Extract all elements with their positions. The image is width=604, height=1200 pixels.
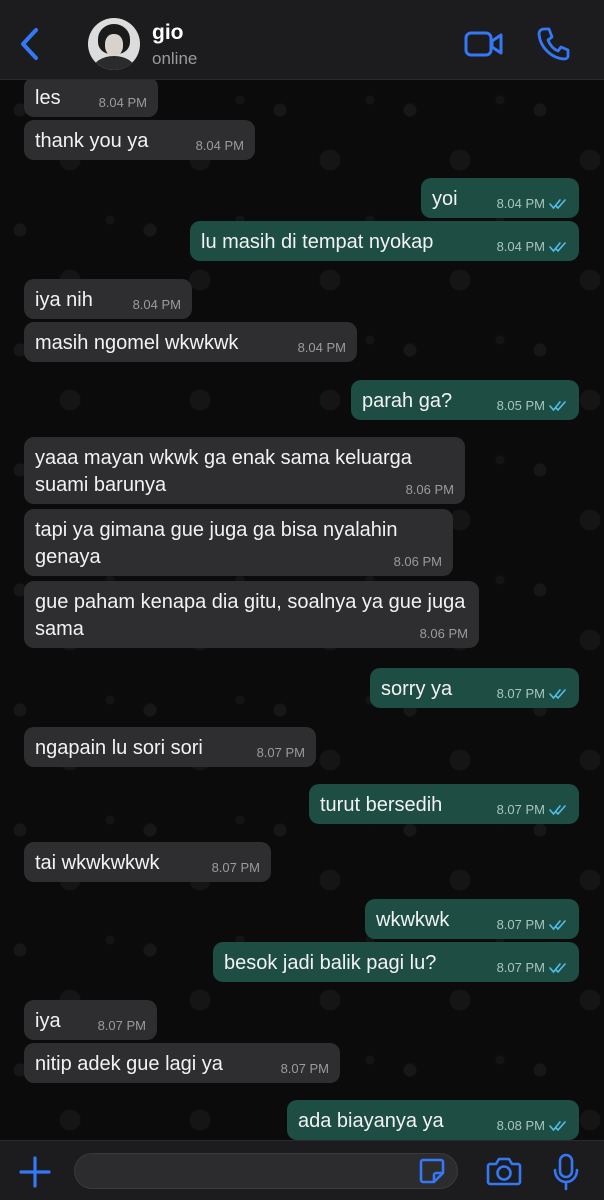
- read-receipt-icon: [549, 1121, 566, 1132]
- message-time: 8.04 PM: [132, 297, 181, 312]
- message-time: 8.07 PM: [496, 686, 545, 701]
- read-receipt-icon: [549, 689, 566, 700]
- outgoing-message[interactable]: parah ga? 8.05 PM: [351, 380, 579, 420]
- message-text: parah ga?: [362, 390, 453, 412]
- message-text: yoi: [432, 188, 458, 210]
- message-text: lu masih di tempat nyokap: [201, 231, 434, 253]
- outgoing-message[interactable]: yoi 8.04 PM: [421, 178, 579, 218]
- incoming-message[interactable]: yaaa mayan wkwk ga enak sama keluarga su…: [24, 437, 465, 504]
- read-receipt-icon: [549, 805, 566, 816]
- incoming-message[interactable]: nitip adek gue lagi ya 8.07 PM: [24, 1043, 340, 1083]
- contact-status: online: [152, 49, 198, 68]
- message-time: 8.04 PM: [496, 239, 545, 254]
- phone-icon: [537, 27, 570, 61]
- outgoing-message[interactable]: lu masih di tempat nyokap 8.04 PM: [190, 221, 579, 261]
- avatar[interactable]: [88, 18, 140, 70]
- outgoing-message[interactable]: ada biayanya ya 8.08 PM: [287, 1100, 579, 1140]
- outgoing-message[interactable]: besok jadi balik pagi lu? 8.07 PM: [213, 942, 579, 982]
- message-text: les: [35, 87, 61, 109]
- incoming-message[interactable]: tapi ya gimana gue juga ga bisa nyalahin…: [24, 509, 453, 576]
- message-text: gue paham kenapa dia gitu, soalnya ya gu…: [35, 591, 466, 640]
- input-bar: [0, 1140, 604, 1200]
- message-text: besok jadi balik pagi lu?: [224, 952, 437, 974]
- message-time: 8.05 PM: [496, 398, 545, 413]
- message-text: yaaa mayan wkwk ga enak sama keluarga su…: [35, 447, 412, 496]
- incoming-message[interactable]: tai wkwkwkwk 8.07 PM: [24, 842, 271, 882]
- read-receipt-icon: [549, 199, 566, 210]
- video-camera-icon: [464, 31, 503, 57]
- read-receipt-icon: [549, 963, 566, 974]
- message-text: iya: [35, 1010, 61, 1032]
- message-time: 8.04 PM: [98, 95, 147, 110]
- message-text: ada biayanya ya: [298, 1110, 444, 1132]
- camera-button[interactable]: [486, 1155, 522, 1187]
- incoming-message[interactable]: thank you ya 8.04 PM: [24, 120, 255, 160]
- message-time: 8.07 PM: [211, 860, 260, 875]
- message-text: ngapain lu sori sori: [35, 737, 203, 759]
- message-text: masih ngomel wkwkwk: [35, 332, 239, 354]
- contact-name[interactable]: gio: [152, 21, 184, 45]
- message-text: wkwkwk: [376, 909, 450, 931]
- chat-header: gio online: [0, 0, 604, 80]
- sticker-button[interactable]: [418, 1157, 446, 1185]
- message-time: 8.04 PM: [297, 340, 346, 355]
- back-button[interactable]: [14, 24, 44, 64]
- message-time: 8.07 PM: [496, 917, 545, 932]
- microphone-icon: [553, 1153, 579, 1191]
- sticker-icon: [419, 1158, 445, 1184]
- message-time: 8.07 PM: [496, 802, 545, 817]
- incoming-message[interactable]: ngapain lu sori sori 8.07 PM: [24, 727, 316, 767]
- message-time: 8.07 PM: [97, 1018, 146, 1033]
- read-receipt-icon: [549, 920, 566, 931]
- incoming-message[interactable]: gue paham kenapa dia gitu, soalnya ya gu…: [24, 581, 479, 648]
- message-text: sorry ya: [381, 678, 453, 700]
- message-time: 8.04 PM: [195, 138, 244, 153]
- message-text: turut bersedih: [320, 794, 443, 816]
- message-text: thank you ya: [35, 130, 149, 152]
- read-receipt-icon: [549, 401, 566, 412]
- message-time: 8.06 PM: [405, 482, 454, 497]
- outgoing-message[interactable]: turut bersedih 8.07 PM: [309, 784, 579, 824]
- read-receipt-icon: [549, 242, 566, 253]
- camera-icon: [486, 1157, 522, 1186]
- message-time: 8.07 PM: [280, 1061, 329, 1076]
- message-time: 8.06 PM: [419, 626, 468, 641]
- incoming-message[interactable]: iya nih 8.04 PM: [24, 279, 192, 319]
- message-time: 8.07 PM: [496, 960, 545, 975]
- incoming-message[interactable]: masih ngomel wkwkwk 8.04 PM: [24, 322, 357, 362]
- message-input[interactable]: [74, 1153, 458, 1189]
- attach-button[interactable]: [18, 1155, 52, 1189]
- chat-area[interactable]: les 8.04 PM thank you ya 8.04 PM yoi 8.0…: [0, 80, 604, 1140]
- message-text: iya nih: [35, 289, 93, 311]
- chevron-left-icon: [21, 28, 38, 60]
- outgoing-message[interactable]: wkwkwk 8.07 PM: [365, 899, 579, 939]
- message-text: nitip adek gue lagi ya: [35, 1053, 223, 1075]
- message-time: 8.07 PM: [256, 745, 305, 760]
- voice-call-button[interactable]: [536, 26, 570, 62]
- incoming-message[interactable]: iya 8.07 PM: [24, 1000, 157, 1040]
- message-text: tapi ya gimana gue juga ga bisa nyalahin…: [35, 519, 398, 568]
- message-time: 8.04 PM: [496, 196, 545, 211]
- voice-note-button[interactable]: [552, 1153, 580, 1191]
- plus-icon: [19, 1156, 51, 1188]
- message-text: tai wkwkwkwk: [35, 852, 160, 874]
- outgoing-message[interactable]: sorry ya 8.07 PM: [370, 668, 579, 708]
- incoming-message[interactable]: les 8.04 PM: [24, 80, 158, 117]
- video-call-button[interactable]: [464, 28, 504, 60]
- message-time: 8.06 PM: [393, 554, 442, 569]
- message-time: 8.08 PM: [496, 1118, 545, 1133]
